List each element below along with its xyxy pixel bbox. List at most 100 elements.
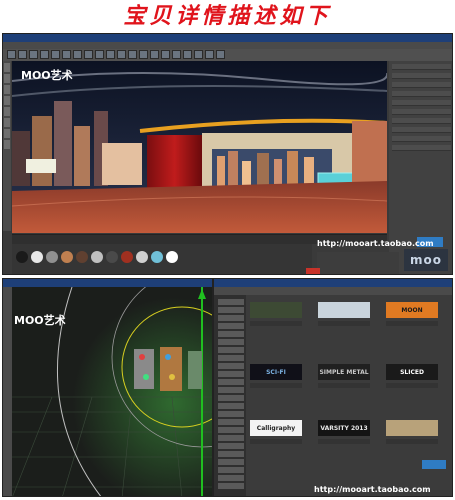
snap-icon[interactable] [4,118,10,127]
tree-item[interactable] [218,403,244,409]
tree-item[interactable] [218,307,244,313]
preset-thumbnail[interactable] [386,420,438,436]
tree-item[interactable] [218,347,244,353]
material-swatch[interactable] [151,251,163,263]
points-mode-icon[interactable] [4,85,10,94]
preset-thumbnail[interactable]: SCI-FI [250,364,302,380]
material-swatch[interactable] [46,251,58,263]
moo-logo: moo [404,249,448,271]
material-swatch[interactable] [136,251,148,263]
render-viewport[interactable]: MOO艺术 [12,61,387,233]
preset-thumbnail[interactable]: SIMPLE METAL [318,364,370,380]
attribute-row[interactable] [392,82,451,88]
c4d-window: MOO艺术 http://mooart.taobao.com moo [2,33,453,275]
model-mode-icon[interactable] [4,63,10,72]
undo-icon[interactable] [7,50,16,59]
tree-item[interactable] [218,451,244,457]
preset-thumbnail[interactable]: VARSITY 2013 [318,420,370,436]
attribute-row[interactable] [392,136,451,142]
preset-thumbnail[interactable]: MOON [386,302,438,318]
thumbnail-caption [250,383,302,388]
attribute-row[interactable] [392,91,451,97]
menu-bar[interactable] [214,287,452,295]
tree-item[interactable] [218,483,244,489]
material-swatch[interactable] [106,251,118,263]
material-swatch[interactable] [16,251,28,263]
tree-item[interactable] [218,443,244,449]
rotate-icon[interactable] [62,50,71,59]
tree-item[interactable] [218,411,244,417]
preset-thumbnail[interactable] [318,302,370,318]
attribute-row[interactable] [392,145,451,151]
thumbnail-title: SLICED [400,368,424,376]
material-swatch[interactable] [76,251,88,263]
preset-thumbnail[interactable]: SLICED [386,364,438,380]
render-icon[interactable] [106,50,115,59]
floor-icon[interactable] [194,50,203,59]
tree-item[interactable] [218,363,244,369]
deformer-icon[interactable] [183,50,192,59]
tree-item[interactable] [218,379,244,385]
axis-y-icon[interactable] [84,50,93,59]
material-swatch[interactable] [166,251,178,263]
tree-item[interactable] [218,427,244,433]
record-button[interactable] [306,268,320,274]
redo-icon[interactable] [18,50,27,59]
workplane-icon[interactable] [4,129,10,138]
preset-thumbnail[interactable]: Calligraphy [250,420,302,436]
tree-item[interactable] [218,355,244,361]
menu-bar[interactable] [3,42,452,49]
preset-thumbnail[interactable] [250,302,302,318]
camera-icon[interactable] [205,50,214,59]
tree-item[interactable] [218,395,244,401]
material-swatch[interactable] [61,251,73,263]
tree-item[interactable] [218,467,244,473]
tree-item[interactable] [218,331,244,337]
thumbnail-title: MOON [401,306,423,314]
scale-icon[interactable] [51,50,60,59]
attribute-row[interactable] [392,127,451,133]
edges-mode-icon[interactable] [4,96,10,105]
polygons-mode-icon[interactable] [4,107,10,116]
shop-url: http://mooart.taobao.com [317,239,434,248]
thumbnail-title: SIMPLE METAL [319,368,369,376]
tree-item[interactable] [218,371,244,377]
pen-icon[interactable] [150,50,159,59]
array-icon[interactable] [172,50,181,59]
tree-item[interactable] [218,339,244,345]
material-swatch[interactable] [31,251,43,263]
move-icon[interactable] [40,50,49,59]
shop-url: http://mooart.taobao.com [314,485,431,494]
apply-badge[interactable] [422,460,446,469]
render-view-icon[interactable] [117,50,126,59]
render-settings-icon[interactable] [128,50,137,59]
axis-z-icon[interactable] [95,50,104,59]
tree-item[interactable] [218,315,244,321]
cube-icon[interactable] [139,50,148,59]
tree-item[interactable] [218,299,244,305]
thumbnail-title: SCI-FI [266,368,286,376]
attribute-row[interactable] [392,73,451,79]
editor-viewport-window: MOO艺术 [2,278,213,497]
tree-item[interactable] [218,323,244,329]
tree-item[interactable] [218,387,244,393]
material-swatch[interactable] [91,251,103,263]
select-icon[interactable] [29,50,38,59]
tree-item[interactable] [218,459,244,465]
window-title-bar [214,279,452,287]
tree-item[interactable] [218,475,244,481]
tree-item[interactable] [218,435,244,441]
attribute-row[interactable] [392,109,451,115]
preset-tree [214,295,246,496]
material-swatch[interactable] [121,251,133,263]
attribute-row[interactable] [392,100,451,106]
subdivision-icon[interactable] [161,50,170,59]
axis-x-icon[interactable] [73,50,82,59]
light-icon[interactable] [216,50,225,59]
lock-icon[interactable] [4,140,10,149]
attribute-row[interactable] [392,64,451,70]
left-toolbar [3,61,11,231]
tree-item[interactable] [218,419,244,425]
attribute-row[interactable] [392,118,451,124]
texture-mode-icon[interactable] [4,74,10,83]
